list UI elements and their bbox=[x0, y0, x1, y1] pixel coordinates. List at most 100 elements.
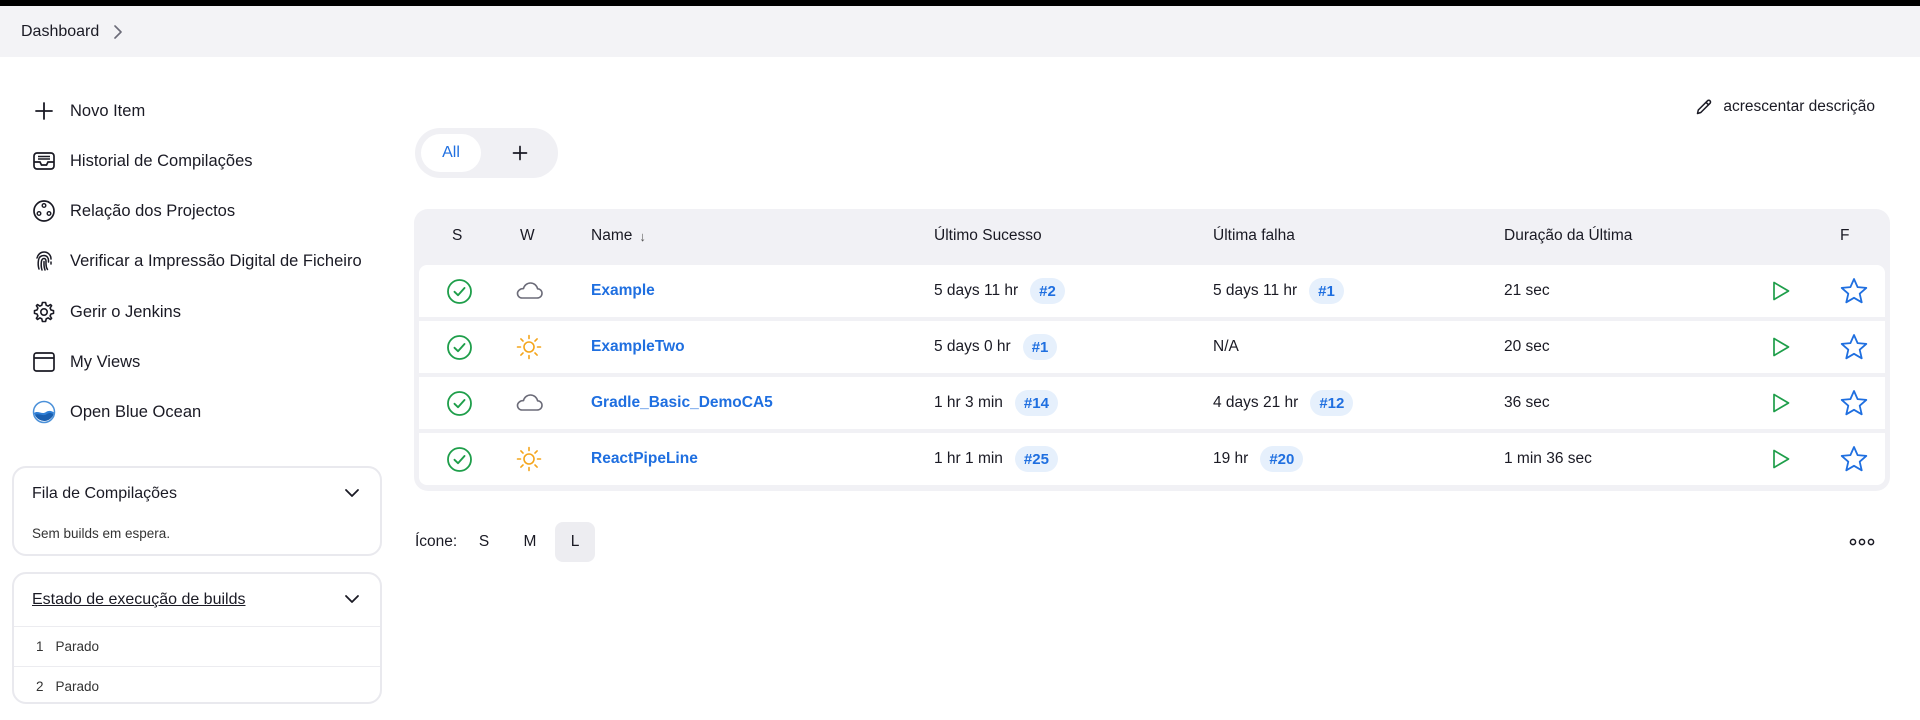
star-icon[interactable] bbox=[1839, 265, 1869, 317]
executors-panel: Estado de execução de builds 1 Parado 2 … bbox=[12, 572, 382, 704]
build-link[interactable]: #1 bbox=[1022, 334, 1058, 360]
build-link[interactable]: #14 bbox=[1014, 390, 1058, 416]
executor-number: 2 bbox=[36, 679, 44, 694]
play-icon[interactable] bbox=[1771, 265, 1791, 317]
play-icon[interactable] bbox=[1771, 433, 1791, 485]
blue-ocean-icon bbox=[30, 398, 58, 426]
sidebar-item-label: Novo Item bbox=[70, 101, 146, 120]
sidebar-item-build-history[interactable]: Historial de Compilações bbox=[30, 143, 253, 179]
executor-row: 2 Parado bbox=[14, 666, 380, 702]
last-duration: 21 sec bbox=[1504, 282, 1550, 299]
tab-all[interactable]: All bbox=[421, 134, 481, 172]
last-success-time: 5 days 11 hr bbox=[934, 282, 1019, 299]
cloud-icon bbox=[514, 377, 544, 429]
sidebar-item-my-views[interactable]: My Views bbox=[30, 344, 140, 380]
chevron-right-icon[interactable] bbox=[113, 24, 127, 39]
star-icon[interactable] bbox=[1839, 433, 1869, 485]
last-failure-time: N/A bbox=[1213, 338, 1239, 355]
play-icon[interactable] bbox=[1771, 321, 1791, 373]
more-options-icon[interactable] bbox=[1846, 528, 1878, 556]
table-row: Example 5 days 11 hr #2 5 days 11 hr #1 … bbox=[419, 265, 1885, 317]
sun-icon bbox=[516, 433, 542, 485]
sidebar-item-manage-jenkins[interactable]: Gerir o Jenkins bbox=[30, 294, 181, 330]
table-row: ReactPipeLine 1 hr 1 min #25 19 hr #20 1… bbox=[419, 433, 1885, 485]
sidebar-item-label: Relação dos Projectos bbox=[70, 201, 236, 220]
play-icon[interactable] bbox=[1771, 377, 1791, 429]
success-icon bbox=[446, 433, 473, 485]
breadcrumb-dashboard[interactable]: Dashboard bbox=[21, 23, 99, 41]
icon-size-large[interactable]: L bbox=[555, 522, 595, 562]
star-icon[interactable] bbox=[1839, 377, 1869, 429]
column-status[interactable]: S bbox=[452, 209, 462, 263]
window-icon bbox=[30, 348, 58, 376]
sidebar-item-project-relationship[interactable]: Relação dos Projectos bbox=[30, 193, 235, 229]
column-weather[interactable]: W bbox=[520, 209, 535, 263]
star-icon[interactable] bbox=[1839, 321, 1869, 373]
success-icon bbox=[446, 321, 473, 373]
inbox-icon bbox=[30, 147, 58, 175]
table-header: S W Name ↓ Último Sucesso Última falha D… bbox=[414, 209, 1890, 263]
relationship-icon bbox=[30, 197, 58, 225]
last-duration: 1 min 36 sec bbox=[1504, 450, 1592, 467]
executors-title[interactable]: Estado de execução de builds bbox=[32, 591, 245, 609]
last-duration: 36 sec bbox=[1504, 394, 1550, 411]
column-last-failure[interactable]: Última falha bbox=[1213, 209, 1295, 263]
icon-size-label: Ícone: bbox=[415, 533, 458, 550]
sidebar-item-label: Historial de Compilações bbox=[70, 151, 253, 170]
executor-status: Parado bbox=[55, 639, 100, 654]
last-success-time: 5 days 0 hr bbox=[934, 338, 1011, 355]
executor-status: Parado bbox=[55, 679, 100, 694]
add-description-label: acrescentar descrição bbox=[1723, 98, 1875, 115]
column-name[interactable]: Name ↓ bbox=[591, 209, 646, 263]
sidebar-item-blue-ocean[interactable]: Open Blue Ocean bbox=[30, 394, 201, 430]
breadcrumb: Dashboard bbox=[0, 6, 1920, 57]
sidebar-item-new-item[interactable]: Novo Item bbox=[30, 93, 145, 129]
job-link[interactable]: ReactPipeLine bbox=[591, 450, 698, 468]
sidebar-item-label: Verificar a Impressão Digital de Ficheir… bbox=[70, 251, 362, 270]
sort-arrow-icon: ↓ bbox=[639, 228, 646, 244]
pencil-icon bbox=[1695, 98, 1713, 116]
sidebar-item-label: My Views bbox=[70, 352, 141, 371]
column-last-duration[interactable]: Duração da Última bbox=[1504, 209, 1632, 263]
last-failure-time: 5 days 11 hr bbox=[1213, 282, 1298, 299]
column-favorite[interactable]: F bbox=[1840, 209, 1849, 263]
executor-number: 1 bbox=[36, 639, 44, 654]
build-link[interactable]: #20 bbox=[1260, 446, 1304, 472]
add-description-link[interactable]: acrescentar descrição bbox=[1695, 98, 1875, 116]
icon-size-small[interactable]: S bbox=[464, 522, 504, 562]
build-link[interactable]: #12 bbox=[1310, 390, 1354, 416]
executor-row: 1 Parado bbox=[14, 626, 380, 666]
cloud-icon bbox=[514, 265, 544, 317]
build-link[interactable]: #2 bbox=[1030, 278, 1065, 304]
build-link[interactable]: #1 bbox=[1309, 278, 1344, 304]
icon-size-medium[interactable]: M bbox=[510, 522, 550, 562]
sun-icon bbox=[516, 321, 542, 373]
sidebar-item-fingerprint[interactable]: Verificar a Impressão Digital de Ficheir… bbox=[30, 243, 362, 279]
table-row: ExampleTwo 5 days 0 hr #1 N/A 20 sec bbox=[419, 321, 1885, 373]
build-queue-empty-text: Sem builds em espera. bbox=[32, 526, 171, 541]
add-view-button[interactable] bbox=[501, 134, 539, 172]
fingerprint-icon bbox=[30, 247, 58, 275]
sidebar-item-label: Open Blue Ocean bbox=[70, 402, 202, 421]
build-queue-header[interactable]: Fila de Compilações bbox=[14, 468, 380, 520]
success-icon bbox=[446, 265, 473, 317]
column-last-success[interactable]: Último Sucesso bbox=[934, 209, 1042, 263]
chevron-down-icon[interactable] bbox=[344, 591, 360, 609]
jobs-table: S W Name ↓ Último Sucesso Última falha D… bbox=[414, 209, 1890, 491]
sidebar-item-label: Gerir o Jenkins bbox=[70, 302, 181, 321]
last-success-time: 1 hr 1 min bbox=[934, 450, 1003, 467]
view-tabs: All bbox=[415, 128, 558, 178]
build-link[interactable]: #25 bbox=[1014, 446, 1058, 472]
gear-icon bbox=[30, 298, 58, 326]
column-name-label: Name bbox=[591, 227, 633, 244]
last-failure-time: 4 days 21 hr bbox=[1213, 394, 1299, 411]
job-link[interactable]: ExampleTwo bbox=[591, 338, 685, 356]
executors-header[interactable]: Estado de execução de builds bbox=[14, 574, 380, 626]
last-duration: 20 sec bbox=[1504, 338, 1550, 355]
build-queue-panel: Fila de Compilações Sem builds em espera… bbox=[12, 466, 382, 556]
chevron-down-icon[interactable] bbox=[344, 485, 360, 503]
build-queue-title: Fila de Compilações bbox=[32, 485, 177, 502]
job-link[interactable]: Example bbox=[591, 282, 655, 300]
job-link[interactable]: Gradle_Basic_DemoCA5 bbox=[591, 394, 773, 412]
last-failure-time: 19 hr bbox=[1213, 450, 1249, 467]
